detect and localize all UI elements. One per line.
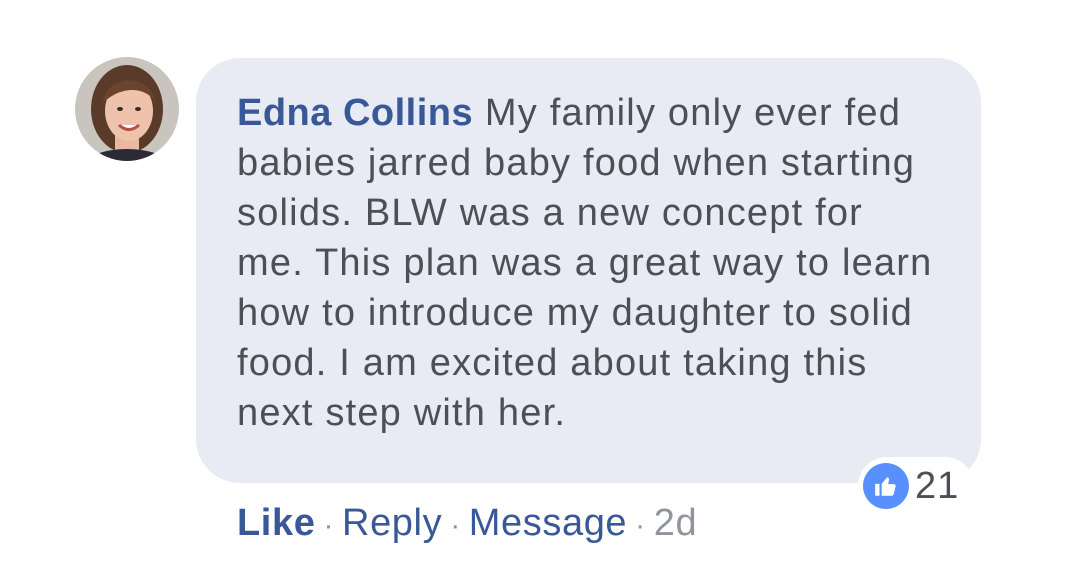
separator: · [635,509,646,542]
like-button[interactable]: Like [237,502,315,544]
separator: · [450,509,461,542]
comment-body: Edna Collins My family only ever fed bab… [237,88,937,438]
avatar[interactable] [75,57,179,161]
reaction-count: 21 [915,464,960,507]
comment-text: My family only ever fed babies jarred ba… [237,92,933,434]
comment-bubble: Edna Collins My family only ever fed bab… [196,58,981,483]
thumbs-up-icon [863,463,909,509]
separator: · [323,509,335,542]
timestamp[interactable]: 2d [654,502,697,544]
comment-actions: Like · Reply · Message · 2d [237,498,697,551]
reply-button[interactable]: Reply [342,502,442,544]
comment-author-name[interactable]: Edna Collins [237,92,473,134]
reactions-summary[interactable]: 21 [858,457,974,515]
message-button[interactable]: Message [469,502,627,544]
avatar-photo [75,57,179,161]
